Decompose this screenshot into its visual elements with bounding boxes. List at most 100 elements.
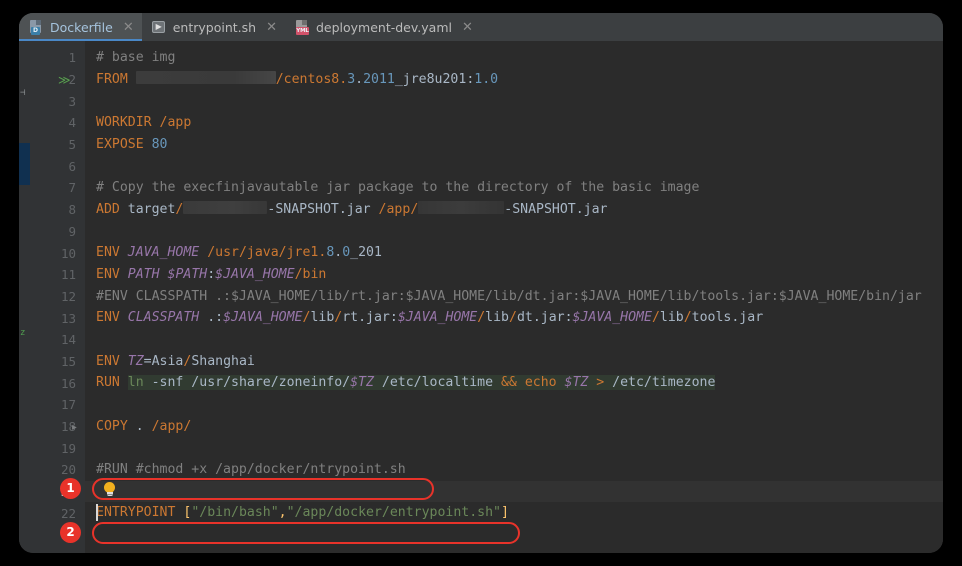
tab-label-entrypoint-sh: entrypoint.sh (172, 19, 257, 35)
intention-lightbulb-icon[interactable] (103, 482, 116, 496)
gutter-line-5: 5 (68, 137, 76, 153)
marker-strip-arrow-icon: ⊣ (20, 88, 26, 98)
marker-strip-highlight (19, 143, 30, 185)
gutter-line-3: 3 (68, 93, 76, 109)
code-line-8-keyword: ADD (96, 201, 120, 217)
tab-label-deployment-dev-yaml: deployment-dev.yaml (315, 19, 452, 35)
annotation-badge-1: 1 (60, 478, 81, 499)
tab-entrypoint-sh[interactable]: ▶ entrypoint.sh ✕ (142, 13, 285, 41)
code-line-18[interactable]: COPY . /app/ (85, 416, 943, 438)
gutter-line-19: 19 (60, 440, 76, 456)
gutter-line-22: 22 (60, 505, 76, 521)
code-line-5-port: 80 (151, 136, 168, 152)
gutter-line-17: 17 (60, 397, 76, 413)
gutter-line-13: 13 (60, 310, 76, 326)
code-line-16-keyword: RUN (96, 375, 120, 391)
editor-gutter[interactable]: 1 ≫ 2 3 4 5 6 7 8 9 10 11 12 13 14 15 16… (30, 41, 85, 553)
shell-script-icon: ▶ (151, 20, 167, 34)
code-line-10[interactable]: ENV JAVA_HOME /usr/java/jre1.8.0_201 (85, 242, 943, 264)
code-line-12[interactable]: #ENV CLASSPATH .:$JAVA_HOME/lib/rt.jar:$… (85, 286, 943, 308)
code-line-7-comment: # Copy the execfinjavautable jar package… (96, 180, 700, 196)
dockerfile-icon-badge: D (31, 26, 40, 35)
code-line-22-keyword: ENTRYPOINT (96, 505, 176, 521)
gutter-line-12: 12 (60, 288, 76, 304)
code-line-15-keyword: ENV (96, 353, 120, 369)
code-line-2-path: /centos8. (275, 71, 348, 87)
code-line-20[interactable]: #RUN #chmod +x /app/docker/ntrypoint.sh (85, 459, 943, 481)
redacted-registry-host (135, 71, 276, 85)
code-line-10-variable: JAVA_HOME (127, 245, 200, 261)
code-line-12-comment: #ENV CLASSPATH .:$JAVA_HOME/lib/rt.jar:$… (96, 288, 922, 304)
yaml-file-icon-badge: YML (295, 26, 309, 35)
gutter-line-7: 7 (68, 180, 76, 196)
tab-close-dockerfile[interactable]: ✕ (123, 21, 134, 34)
tab-label-dockerfile: Dockerfile (50, 19, 113, 35)
dockerfile-icon: D (29, 19, 44, 35)
annotation-badge-2: 2 (60, 522, 81, 543)
code-line-14[interactable] (85, 329, 943, 351)
gutter-line-1: 1 (68, 50, 76, 66)
code-line-2-keyword: FROM (96, 71, 128, 87)
code-line-4-path: /app (159, 115, 192, 131)
code-line-3[interactable] (85, 90, 943, 112)
code-line-19[interactable] (85, 437, 943, 459)
gutter-line-20: 20 (60, 462, 76, 478)
code-line-5-keyword: EXPOSE (96, 136, 144, 152)
code-line-22[interactable]: ENTRYPOINT ["/bin/bash","/app/docker/ent… (85, 502, 943, 524)
code-line-11[interactable]: ENV PATH $PATH:$JAVA_HOME/bin (85, 264, 943, 286)
code-line-15-variable: TZ (127, 353, 144, 369)
code-line-2[interactable]: FROM /centos8.3.2011_jre8u201:1.0 (85, 69, 943, 91)
gutter-line-16: 16 (60, 375, 76, 391)
gutter-line-2-number: 2 (68, 72, 76, 88)
code-line-20-comment-hash: # (96, 462, 104, 478)
gutter-line-14: 14 (60, 332, 76, 348)
code-line-16[interactable]: RUN ln -snf /usr/share/zoneinfo/$TZ /etc… (85, 372, 943, 394)
code-line-13[interactable]: ENV CLASSPATH .:$JAVA_HOME/lib/rt.jar:$J… (85, 307, 943, 329)
tab-deployment-dev-yaml[interactable]: YML deployment-dev.yaml ✕ (285, 13, 481, 41)
code-line-5[interactable]: EXPOSE 80 (85, 134, 943, 156)
code-line-21[interactable] (85, 480, 943, 503)
run-configuration-icon[interactable]: ≫ (58, 73, 70, 87)
code-line-11-keyword: ENV (96, 266, 120, 282)
shell-script-icon-badge: ▶ (155, 22, 162, 31)
tab-close-entrypoint-sh[interactable]: ✕ (266, 21, 277, 34)
code-line-20-comment: RUN #chmod +x /app/docker/ntrypoint.sh (103, 462, 406, 478)
gutter-line-9: 9 (68, 223, 76, 239)
editor-tab-bar: D Dockerfile ✕ ▶ entrypoint.sh ✕ YML dep… (19, 13, 943, 41)
code-line-15[interactable]: ENV TZ=Asia/Shanghai (85, 351, 943, 373)
gutter-line-4: 4 (68, 115, 76, 131)
code-line-8[interactable]: ADD target/-SNAPSHOT.jar /app/-SNAPSHOT.… (85, 199, 943, 221)
code-line-4[interactable]: WORKDIR /app (85, 112, 943, 134)
marker-strip-green-icon: z (20, 328, 26, 338)
editor-window: D Dockerfile ✕ ▶ entrypoint.sh ✕ YML dep… (19, 13, 943, 553)
redacted-artifact-name-2 (418, 201, 505, 215)
code-line-4-keyword: WORKDIR (96, 115, 152, 131)
code-line-10-keyword: ENV (96, 245, 120, 261)
text-caret (96, 504, 98, 521)
code-line-7[interactable]: # Copy the execfinjavautable jar package… (85, 177, 943, 199)
code-line-16-shell-fragment: ln -snf /usr/share/zoneinfo/$TZ /etc/loc… (127, 375, 716, 391)
gutter-line-15: 15 (60, 353, 76, 369)
code-line-1[interactable]: # base img (85, 47, 943, 69)
tab-close-deployment-dev-yaml[interactable]: ✕ (462, 21, 473, 34)
code-line-23[interactable] (85, 524, 943, 546)
editor-marker-strip[interactable]: ⊣ z (19, 41, 30, 553)
gutter-line-8: 8 (68, 202, 76, 218)
code-line-17[interactable] (85, 394, 943, 416)
code-line-13-keyword: ENV (96, 310, 120, 326)
redacted-artifact-name-1 (183, 201, 268, 215)
yaml-file-icon: YML (295, 19, 310, 35)
gutter-line-2: ≫ 2 (30, 69, 85, 91)
code-line-18-keyword: COPY (96, 418, 128, 434)
gutter-line-10: 10 (60, 245, 76, 261)
code-line-6[interactable] (85, 155, 943, 177)
code-line-13-variable: CLASSPATH (127, 310, 200, 326)
gutter-line-6: 6 (68, 158, 76, 174)
gutter-line-11: 11 (60, 267, 76, 283)
editor-body: ⊣ z 1 ≫ 2 3 4 5 6 7 8 9 10 11 12 13 14 1… (19, 41, 943, 553)
code-line-1-comment: # base img (96, 50, 176, 65)
code-editor-area[interactable]: # base img FROM /centos8.3.2011_jre8u201… (85, 41, 943, 553)
tab-dockerfile[interactable]: D Dockerfile ✕ (19, 13, 142, 41)
code-fold-icon[interactable]: ▶ (72, 422, 77, 431)
code-line-9[interactable] (85, 221, 943, 243)
